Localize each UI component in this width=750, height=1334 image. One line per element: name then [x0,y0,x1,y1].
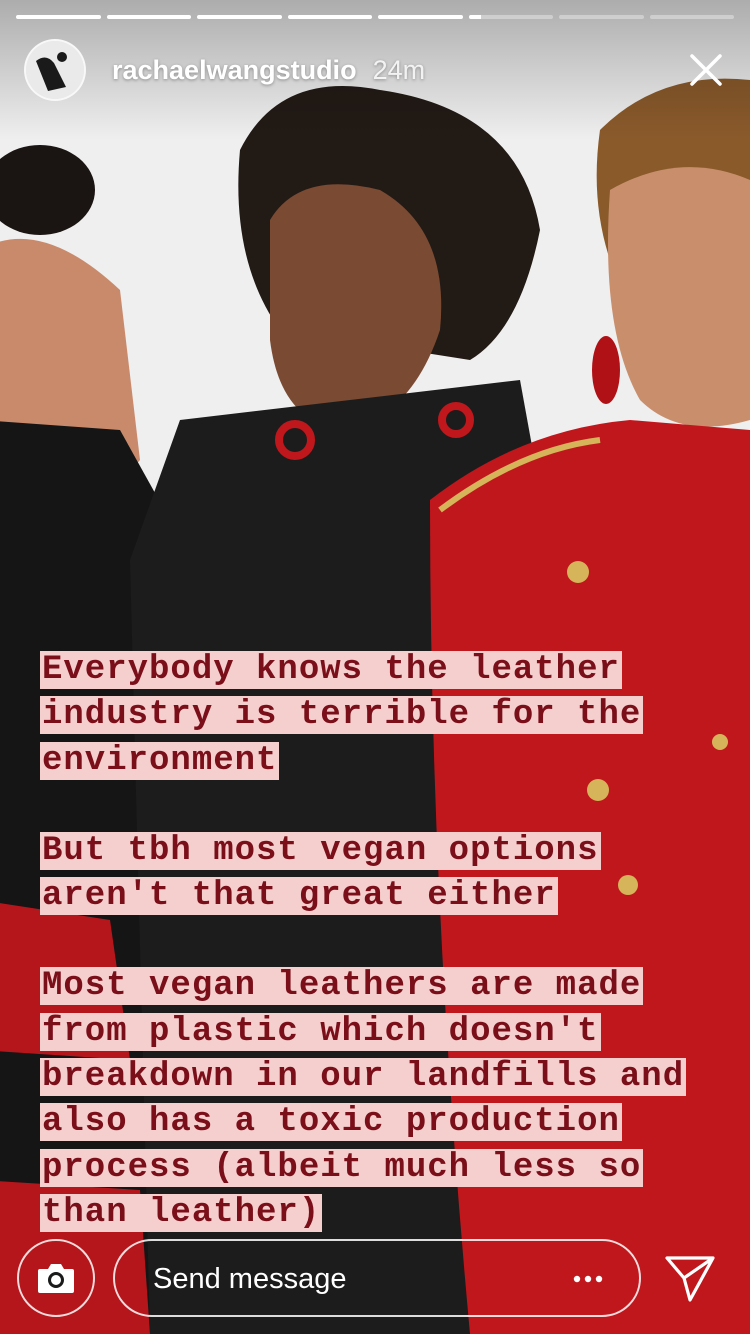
progress-segment [559,15,644,19]
caption-text: Everybody knows the leather industry is … [40,651,644,780]
reply-bar [0,1238,750,1318]
story-progress-bar [16,15,734,19]
username-link[interactable]: rachaelwangstudio [112,55,357,86]
send-icon[interactable] [664,1254,716,1304]
avatar[interactable] [24,39,86,101]
caption-paragraph: Everybody knows the leather industry is … [40,648,730,784]
progress-segment [106,15,191,19]
story-timestamp: 24m [372,54,426,85]
progress-segment [649,15,734,19]
progress-fill [197,15,282,19]
caption-paragraph: But tbh most vegan options aren't that g… [40,829,730,920]
progress-segment [468,15,553,19]
progress-fill [468,15,482,19]
caption-text: But tbh most vegan options aren't that g… [40,831,601,916]
more-icon[interactable] [573,1267,603,1291]
message-input[interactable] [151,1241,535,1317]
story-caption: Everybody knows the leather industry is … [40,648,730,1281]
progress-fill [16,15,101,19]
story-viewer[interactable]: rachaelwangstudio 24m Everybody knows th… [0,0,750,1334]
progress-segment [378,15,463,19]
progress-fill [287,15,372,19]
close-icon[interactable] [686,50,726,90]
progress-fill [378,15,463,19]
progress-segment [287,15,372,19]
story-header: rachaelwangstudio 24m [24,38,726,102]
progress-fill [106,15,191,19]
camera-button[interactable] [17,1239,95,1317]
progress-segment [16,15,101,19]
camera-icon [38,1264,74,1293]
progress-segment [197,15,282,19]
caption-paragraph: Most vegan leathers are made from plasti… [40,964,730,1236]
message-field[interactable] [113,1239,641,1317]
caption-text: Most vegan leathers are made from plasti… [40,967,687,1232]
